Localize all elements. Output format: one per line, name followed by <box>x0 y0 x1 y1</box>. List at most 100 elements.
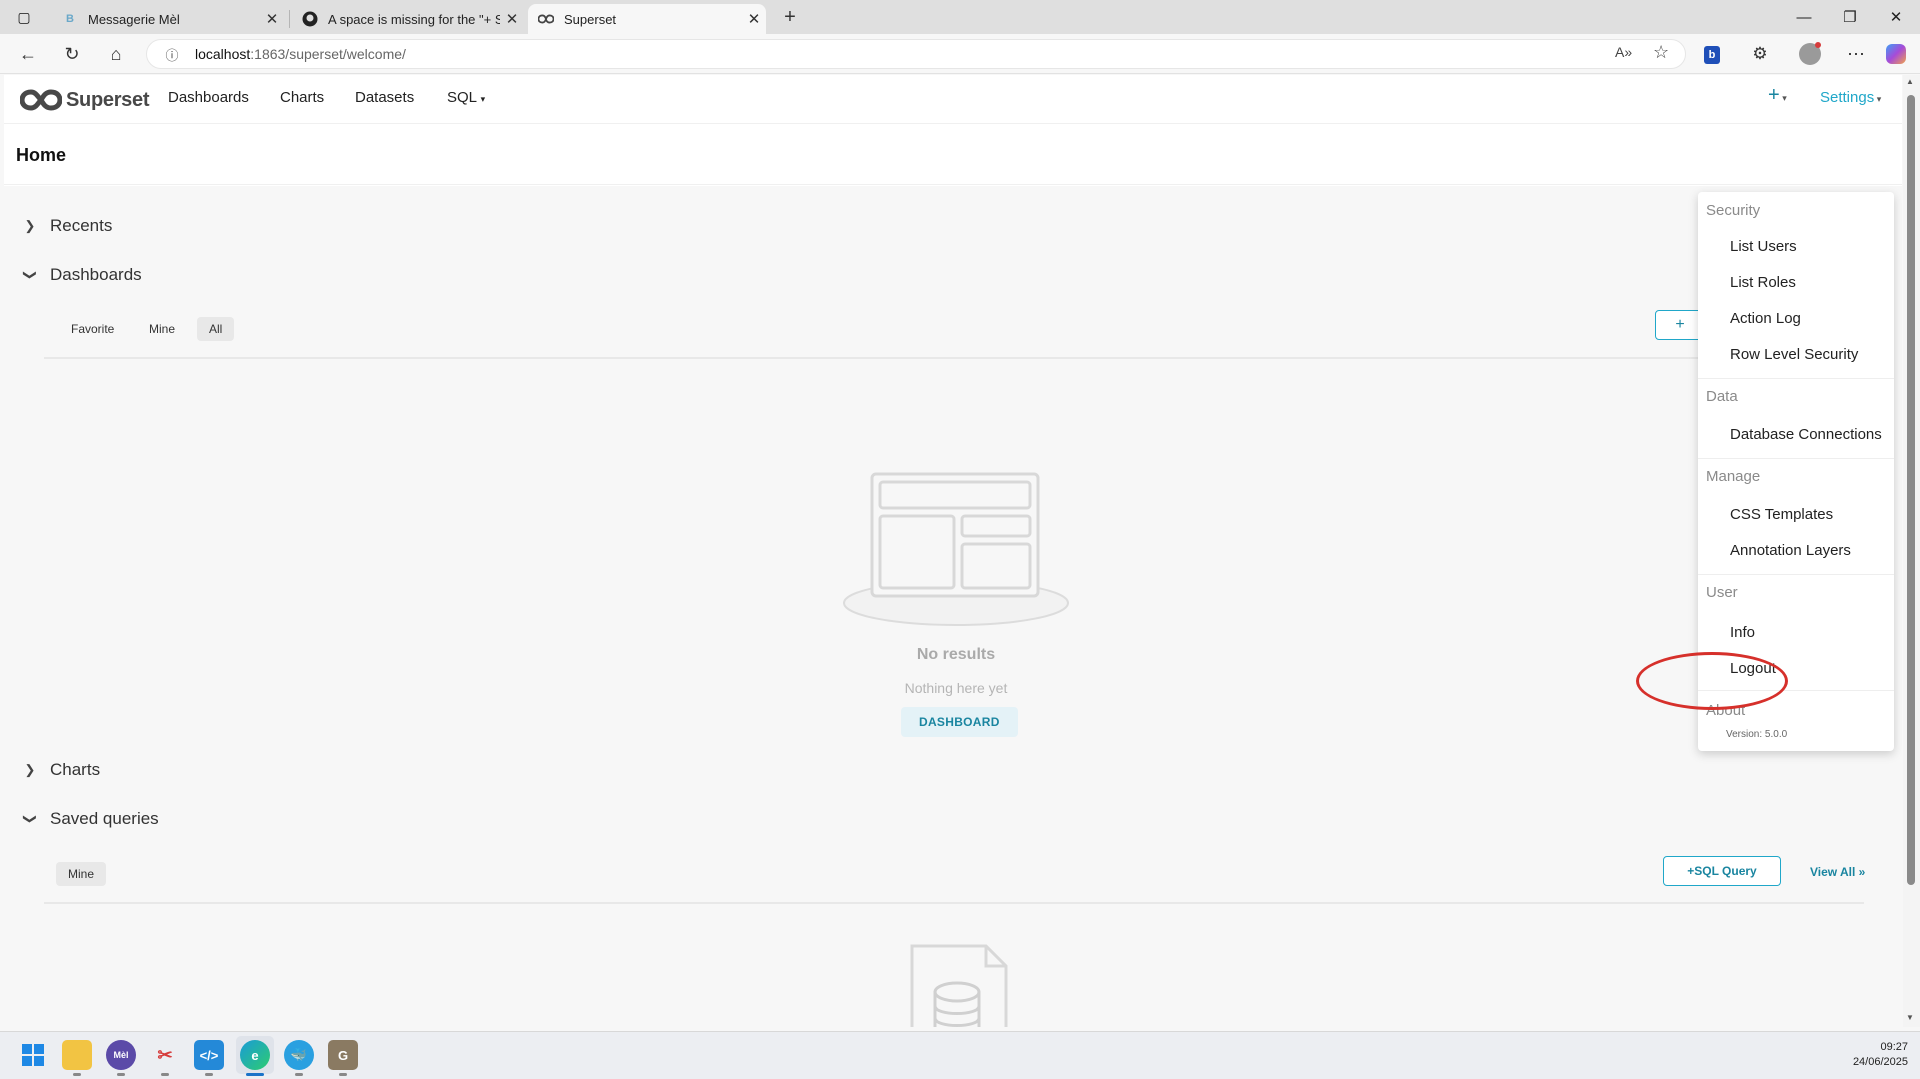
docker-desktop-icon[interactable]: 🐳 <box>284 1040 314 1070</box>
menu-item-css-templates[interactable]: CSS Templates <box>1730 506 1833 523</box>
filter-all[interactable]: All <box>197 317 235 341</box>
new-sql-query-button[interactable]: +SQL Query <box>1663 856 1781 886</box>
section-title: Saved queries <box>50 809 159 828</box>
running-indicator <box>339 1073 347 1076</box>
more-options-icon[interactable]: ⋯ <box>1840 40 1872 68</box>
bitwarden-extension-icon[interactable]: b <box>1704 46 1720 64</box>
plus-label: + <box>1768 84 1780 106</box>
github-icon <box>302 11 318 27</box>
tab-superset[interactable]: Superset ✕ <box>528 4 766 34</box>
copilot-icon[interactable] <box>1886 44 1906 64</box>
home-icon[interactable]: ⌂ <box>100 40 132 68</box>
edge-browser-icon[interactable]: e <box>240 1040 270 1070</box>
empty-title-text: No results <box>916 646 996 663</box>
menu-item-action-log[interactable]: Action Log <box>1730 310 1801 327</box>
notification-dot <box>1815 42 1821 48</box>
section-saved-queries[interactable]: ❯ Saved queries <box>20 809 159 829</box>
empty-state-subtitle: Nothing here yet <box>756 680 1156 698</box>
page-title: Home <box>16 145 67 165</box>
chevron-right-icon: ❯ <box>24 218 36 233</box>
menu-item-annotation-layers[interactable]: Annotation Layers <box>1730 542 1851 559</box>
scrollbar-thumb[interactable] <box>1907 95 1915 885</box>
superset-logo[interactable]: Superset <box>20 85 149 115</box>
nav-dashboards[interactable]: Dashboards <box>168 89 249 106</box>
menu-group-security: Security <box>1706 202 1761 219</box>
menu-group-manage: Manage <box>1706 468 1761 485</box>
browser-tabstrip: ▢ B Messagerie Mèl ✕ A space is missing … <box>0 0 1920 34</box>
close-tab-icon[interactable]: ✕ <box>260 10 284 28</box>
running-indicator <box>161 1073 169 1076</box>
vscode-icon[interactable]: </> <box>194 1040 224 1070</box>
extensions-icon[interactable]: ⚙ <box>1744 40 1776 68</box>
create-dashboard-button[interactable]: DASHBOARD <box>901 707 1018 737</box>
back-icon[interactable]: ← <box>12 40 44 68</box>
refresh-icon[interactable]: ↻ <box>56 40 88 68</box>
running-indicator <box>295 1073 303 1076</box>
clock-date: 24/06/2025 <box>1852 1056 1908 1068</box>
running-indicator <box>117 1073 125 1076</box>
nav-sql-label: SQL <box>447 89 477 106</box>
tab-title: Messagerie Mèl <box>88 11 180 27</box>
empty-dashboard-illustration <box>836 466 1076 631</box>
section-dashboards[interactable]: ❯ Dashboards <box>20 265 142 285</box>
view-all-link[interactable]: View All » <box>1810 865 1865 879</box>
clock-time: 09:27 <box>1880 1041 1908 1053</box>
restore-icon[interactable]: ❐ <box>1827 0 1873 34</box>
tab-actions-icon[interactable]: ▢ <box>10 6 38 28</box>
minimize-icon[interactable]: — <box>1781 0 1827 34</box>
new-item-button[interactable]: + ▾ <box>1768 84 1787 107</box>
close-tab-icon[interactable]: ✕ <box>742 10 766 28</box>
new-tab-icon[interactable]: + <box>776 6 804 28</box>
caret-down-icon: ▾ <box>480 94 486 104</box>
scroll-down-icon[interactable]: ▼ <box>1906 1013 1914 1022</box>
mail-app-icon[interactable]: Mèl <box>106 1040 136 1070</box>
menu-item-row-level-security[interactable]: Row Level Security <box>1730 346 1858 363</box>
section-divider <box>44 902 1864 904</box>
close-window-icon[interactable]: ✕ <box>1873 0 1919 34</box>
empty-subtitle-text: Nothing here yet <box>904 680 1008 696</box>
menu-item-list-users[interactable]: List Users <box>1730 238 1797 255</box>
site-info-icon[interactable]: ⓘ <box>161 43 183 65</box>
empty-state-title: No results <box>756 646 1156 664</box>
mail-favicon: B <box>66 13 74 25</box>
menu-item-list-roles[interactable]: List Roles <box>1730 274 1796 291</box>
nav-sql[interactable]: SQL ▾ <box>447 89 485 106</box>
file-explorer-icon[interactable] <box>62 1040 92 1070</box>
windows-start-icon[interactable] <box>18 1040 48 1070</box>
section-recents[interactable]: ❯ Recents <box>20 216 113 236</box>
tab-messagerie[interactable]: B Messagerie Mèl ✕ <box>52 4 284 34</box>
filter-mine[interactable]: Mine <box>56 862 107 886</box>
snipping-tool-icon[interactable]: ✂ <box>150 1040 180 1070</box>
system-clock[interactable]: 09:27 24/06/2025 <box>1816 1040 1908 1070</box>
read-aloud-icon[interactable]: A» <box>1615 44 1632 60</box>
settings-label: Settings <box>1820 89 1875 106</box>
menu-group-data: Data <box>1706 388 1738 405</box>
filter-favorite[interactable]: Favorite <box>59 317 126 341</box>
settings-menu-trigger[interactable]: Settings ▾ <box>1820 89 1881 106</box>
nav-datasets[interactable]: Datasets <box>355 89 414 106</box>
menu-item-info[interactable]: Info <box>1730 624 1755 641</box>
scroll-up-icon[interactable]: ▲ <box>1906 77 1914 86</box>
menu-item-database-connections[interactable]: Database Connections <box>1730 426 1882 443</box>
active-indicator <box>246 1073 264 1076</box>
nav-charts[interactable]: Charts <box>280 89 324 106</box>
filter-mine[interactable]: Mine <box>137 317 187 341</box>
url-path: :1863/superset/welcome/ <box>250 46 406 62</box>
version-text: Version: 5.0.0 <box>1726 729 1788 740</box>
url-host: localhost <box>195 46 251 62</box>
page-scrollbar[interactable]: ▲ ▼ <box>1903 75 1920 1027</box>
tab-github[interactable]: A space is missing for the "+ SQL ✕ <box>292 4 524 34</box>
favorite-star-icon[interactable]: ☆ <box>1653 42 1669 63</box>
chevron-down-icon: ❯ <box>23 813 38 825</box>
close-tab-icon[interactable]: ✕ <box>500 10 524 28</box>
gimp-icon[interactable]: G <box>328 1040 358 1070</box>
menu-separator <box>1698 458 1894 459</box>
app-navbar: Superset Dashboards Charts Datasets SQL … <box>4 75 1902 124</box>
section-charts[interactable]: ❯ Charts <box>20 760 101 780</box>
chevron-right-icon: ❯ <box>24 762 36 777</box>
menu-separator <box>1698 574 1894 575</box>
windows-taskbar: Mèl ✂ </> e 🐳 G 09:27 24/06/2025 <box>0 1031 1920 1079</box>
tab-separator <box>289 10 290 28</box>
address-bar[interactable]: ⓘ localhost:1863/superset/welcome/ A» ☆ <box>146 39 1686 69</box>
menu-separator <box>1698 378 1894 379</box>
